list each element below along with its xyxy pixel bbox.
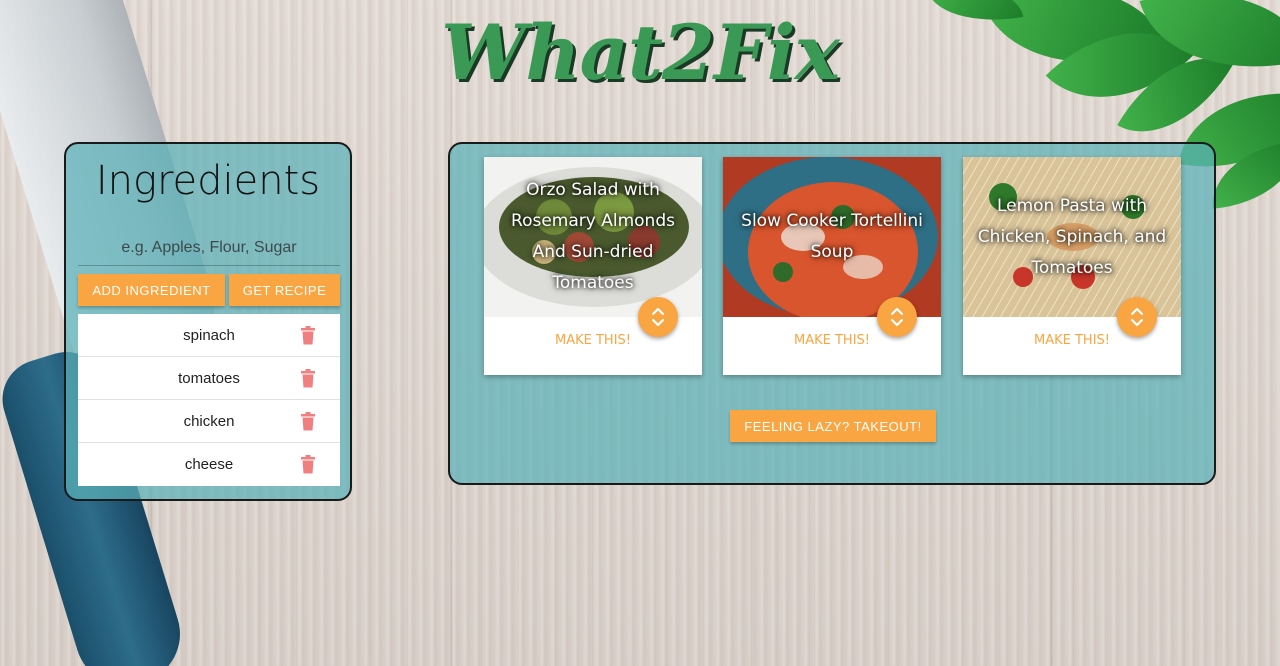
expand-button[interactable] (1117, 297, 1157, 337)
list-item: spinach (78, 314, 340, 357)
make-this-link[interactable]: MAKE THIS! (963, 333, 1181, 348)
recipe-card: Orzo Salad with Rosemary Almonds And Sun… (484, 157, 702, 375)
ingredients-heading: Ingredients (95, 158, 321, 204)
recipe-title: Lemon Pasta with Chicken, Spinach, and T… (977, 195, 1167, 278)
ingredient-label: chicken (183, 412, 235, 430)
trash-icon[interactable] (300, 455, 316, 474)
trash-icon[interactable] (300, 412, 316, 431)
ingredient-label: cheese (184, 456, 234, 473)
add-ingredient-button[interactable]: ADD INGREDIENT (78, 274, 225, 306)
make-this-link[interactable]: MAKE THIS! (723, 333, 941, 348)
ingredient-label: tomatoes (178, 369, 240, 387)
recipes-panel: Orzo Salad with Rosemary Almonds And Sun… (448, 142, 1216, 485)
trash-icon[interactable] (300, 326, 316, 345)
ingredients-panel: Ingredients ADD INGREDIENT GET RECIPE sp… (64, 142, 352, 501)
list-item: chicken (78, 400, 340, 443)
unfold-icon (1130, 307, 1144, 327)
recipe-title: Orzo Salad with Rosemary Almonds And Sun… (511, 180, 675, 293)
list-item: cheese (78, 443, 340, 486)
ingredient-input[interactable] (78, 230, 340, 266)
takeout-button[interactable]: FEELING LAZY? TAKEOUT! (730, 410, 936, 442)
list-item: tomatoes (78, 357, 340, 400)
recipe-card: Lemon Pasta with Chicken, Spinach, and T… (963, 157, 1181, 375)
unfold-icon (890, 307, 904, 327)
trash-icon[interactable] (300, 369, 316, 388)
expand-button[interactable] (638, 297, 678, 337)
recipe-card: Slow Cooker Tortellini Soup MAKE THIS! (723, 157, 941, 375)
ingredient-list: spinach tomatoes chicken cheese (78, 314, 340, 486)
make-this-link[interactable]: MAKE THIS! (484, 333, 702, 348)
app-title: What2Fix (441, 8, 840, 97)
expand-button[interactable] (877, 297, 917, 337)
recipe-title: Slow Cooker Tortellini Soup (741, 211, 923, 262)
unfold-icon (651, 307, 665, 327)
ingredient-label: spinach (183, 326, 235, 344)
get-recipe-button[interactable]: GET RECIPE (229, 274, 340, 306)
